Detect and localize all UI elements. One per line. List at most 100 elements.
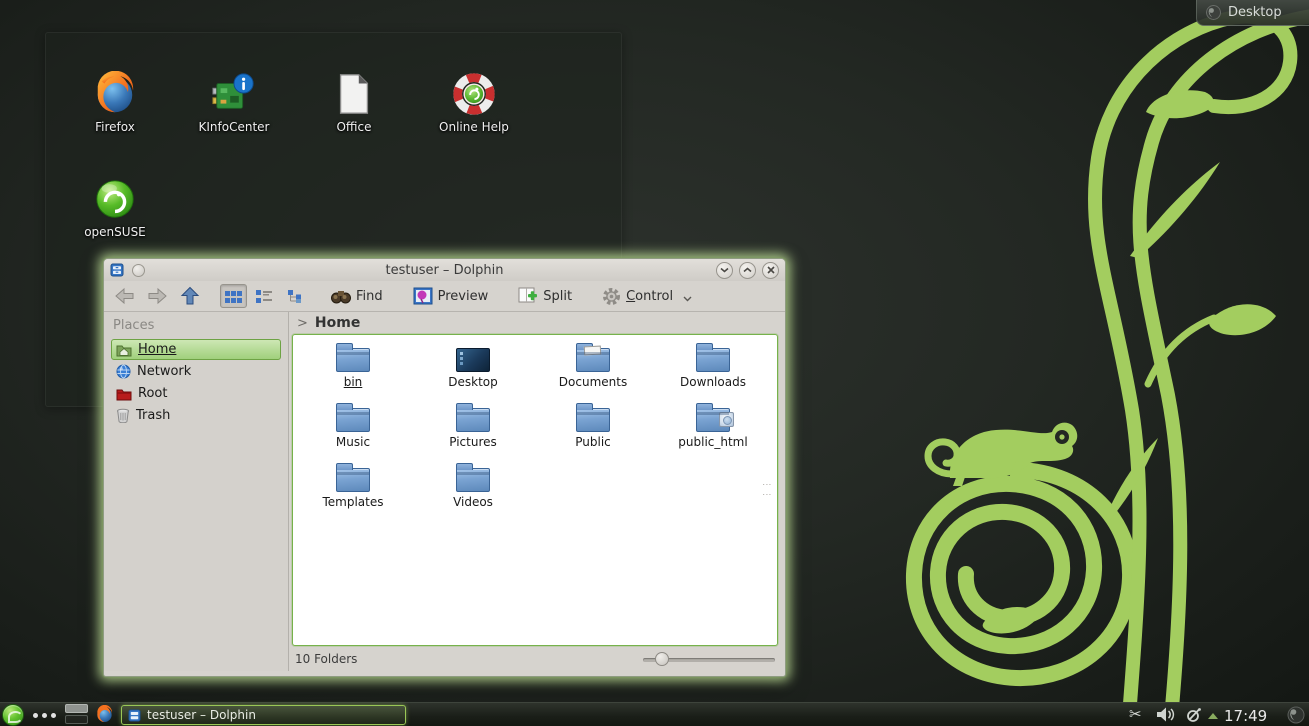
panel-cashew-icon[interactable] — [1287, 706, 1305, 724]
forward-button[interactable] — [143, 285, 172, 307]
find-button[interactable]: Find — [327, 286, 387, 306]
window-title: testuser – Dolphin — [104, 263, 785, 278]
desktop-icon-kinfocenter[interactable]: KInfoCenter — [179, 71, 289, 134]
desktop-icon-label: Online Help — [419, 120, 529, 134]
back-button[interactable] — [110, 285, 139, 307]
tray-expander-arrow-icon[interactable] — [1208, 713, 1218, 719]
device-notifier-icon[interactable] — [1185, 706, 1203, 724]
icons-view-button[interactable] — [220, 284, 247, 308]
taskbar-task-dolphin[interactable]: testuser – Dolphin — [121, 705, 406, 725]
close-button[interactable] — [762, 262, 779, 279]
documents-folder-icon — [576, 348, 610, 372]
network-globe-icon — [116, 364, 131, 379]
folder-label: Templates — [322, 495, 383, 509]
places-header: Places — [111, 316, 281, 339]
place-trash[interactable]: Trash — [111, 405, 281, 426]
folder-item-videos[interactable]: Videos — [418, 461, 528, 509]
toolbox-label: Desktop — [1228, 5, 1282, 20]
desktop-icon-online-help[interactable]: Online Help — [419, 71, 529, 134]
folder-item-bin[interactable]: bin — [298, 341, 408, 389]
split-icon — [518, 287, 538, 305]
chevron-up-icon — [743, 267, 752, 273]
place-home[interactable]: Home — [111, 339, 281, 360]
folder-view[interactable]: ⋮⋮ bin Desktop Documents Downloads — [292, 334, 778, 646]
dolphin-window-icon — [110, 263, 124, 277]
dolphin-window: testuser – Dolphin — [103, 258, 786, 677]
desktop-icon-firefox[interactable]: Firefox — [60, 71, 170, 134]
folder-label: public_html — [678, 435, 747, 449]
back-icon — [114, 287, 135, 305]
split-button[interactable]: Split — [514, 285, 576, 307]
minimize-button[interactable] — [716, 262, 733, 279]
desktop-icon-office[interactable]: Office — [299, 71, 409, 134]
app-launcher-button[interactable] — [2, 704, 24, 726]
desktop-icon-label: Firefox — [60, 120, 170, 134]
activity-dots-icon[interactable] — [33, 713, 59, 718]
folder-item-pictures[interactable]: Pictures — [418, 401, 528, 449]
folder-icon — [336, 468, 370, 492]
virtual-desktop-pager[interactable] — [65, 704, 88, 726]
folder-item-public[interactable]: Public — [538, 401, 648, 449]
folder-item-downloads[interactable]: Downloads — [658, 341, 768, 389]
folder-item-templates[interactable]: Templates — [298, 461, 408, 509]
preview-icon — [413, 287, 433, 305]
folder-icon — [336, 408, 370, 432]
firefox-taskbar-icon[interactable] — [95, 705, 114, 724]
desktop-icon-label: openSUSE — [60, 225, 170, 239]
chevron-down-icon — [683, 296, 692, 302]
folder-label: Music — [336, 435, 370, 449]
preview-label: Preview — [438, 289, 489, 304]
folder-item-public-html[interactable]: public_html — [658, 401, 768, 449]
trash-icon — [116, 408, 130, 423]
folder-item-documents[interactable]: Documents — [538, 341, 648, 389]
desktop-folder-icon — [456, 348, 490, 372]
forward-icon — [147, 287, 168, 305]
desktop-toolbox[interactable]: Desktop — [1196, 0, 1309, 26]
taskbar-clock[interactable]: 17:49 — [1224, 707, 1274, 725]
find-label: Find — [356, 289, 383, 304]
main-toolbar: Find Preview Split — [104, 281, 785, 312]
folder-icon — [336, 348, 370, 372]
cashew-icon — [1206, 5, 1221, 20]
folder-item-music[interactable]: Music — [298, 401, 408, 449]
office-icon — [331, 71, 377, 117]
firefox-icon — [92, 71, 138, 117]
breadcrumb[interactable]: > Home — [289, 312, 785, 334]
status-text: 10 Folders — [295, 652, 357, 666]
preview-button[interactable]: Preview — [409, 285, 493, 307]
folder-label: Videos — [453, 495, 493, 509]
desktop-icon-label: KInfoCenter — [179, 120, 289, 134]
zoom-slider-handle[interactable] — [655, 652, 669, 666]
folder-label: Documents — [559, 375, 627, 389]
details-view-button[interactable] — [251, 284, 278, 308]
folder-item-desktop[interactable]: Desktop — [418, 341, 528, 389]
folder-label: Pictures — [449, 435, 497, 449]
gear-icon — [602, 287, 621, 306]
place-label: Network — [137, 364, 191, 379]
maximize-button[interactable] — [739, 262, 756, 279]
online-help-icon — [451, 71, 497, 117]
pager-desktop-2[interactable] — [65, 715, 88, 724]
place-network[interactable]: Network — [111, 361, 281, 382]
volume-icon[interactable] — [1156, 706, 1175, 723]
desktop-icon-opensuse[interactable]: openSUSE — [60, 176, 170, 239]
pager-desktop-1[interactable] — [65, 704, 88, 713]
folder-label: Public — [575, 435, 611, 449]
place-label: Trash — [136, 408, 170, 423]
icons-view-icon — [225, 289, 242, 304]
klipper-scissors-icon[interactable]: ✂ — [1129, 705, 1142, 723]
folder-label: Downloads — [680, 375, 746, 389]
up-icon — [180, 286, 200, 306]
titlebar[interactable]: testuser – Dolphin — [104, 259, 785, 281]
columns-view-button[interactable] — [282, 284, 309, 308]
breadcrumb-location[interactable]: Home — [315, 315, 360, 331]
place-label: Home — [138, 342, 176, 357]
place-root[interactable]: Root — [111, 383, 281, 404]
splitter-grip[interactable]: ⋮⋮ — [761, 480, 771, 500]
breadcrumb-chevron: > — [297, 316, 308, 331]
zoom-slider[interactable] — [643, 652, 775, 666]
up-button[interactable] — [176, 284, 204, 308]
opensuse-icon — [92, 176, 138, 222]
sticky-button[interactable] — [132, 264, 145, 277]
control-button[interactable]: Control — [598, 285, 677, 308]
